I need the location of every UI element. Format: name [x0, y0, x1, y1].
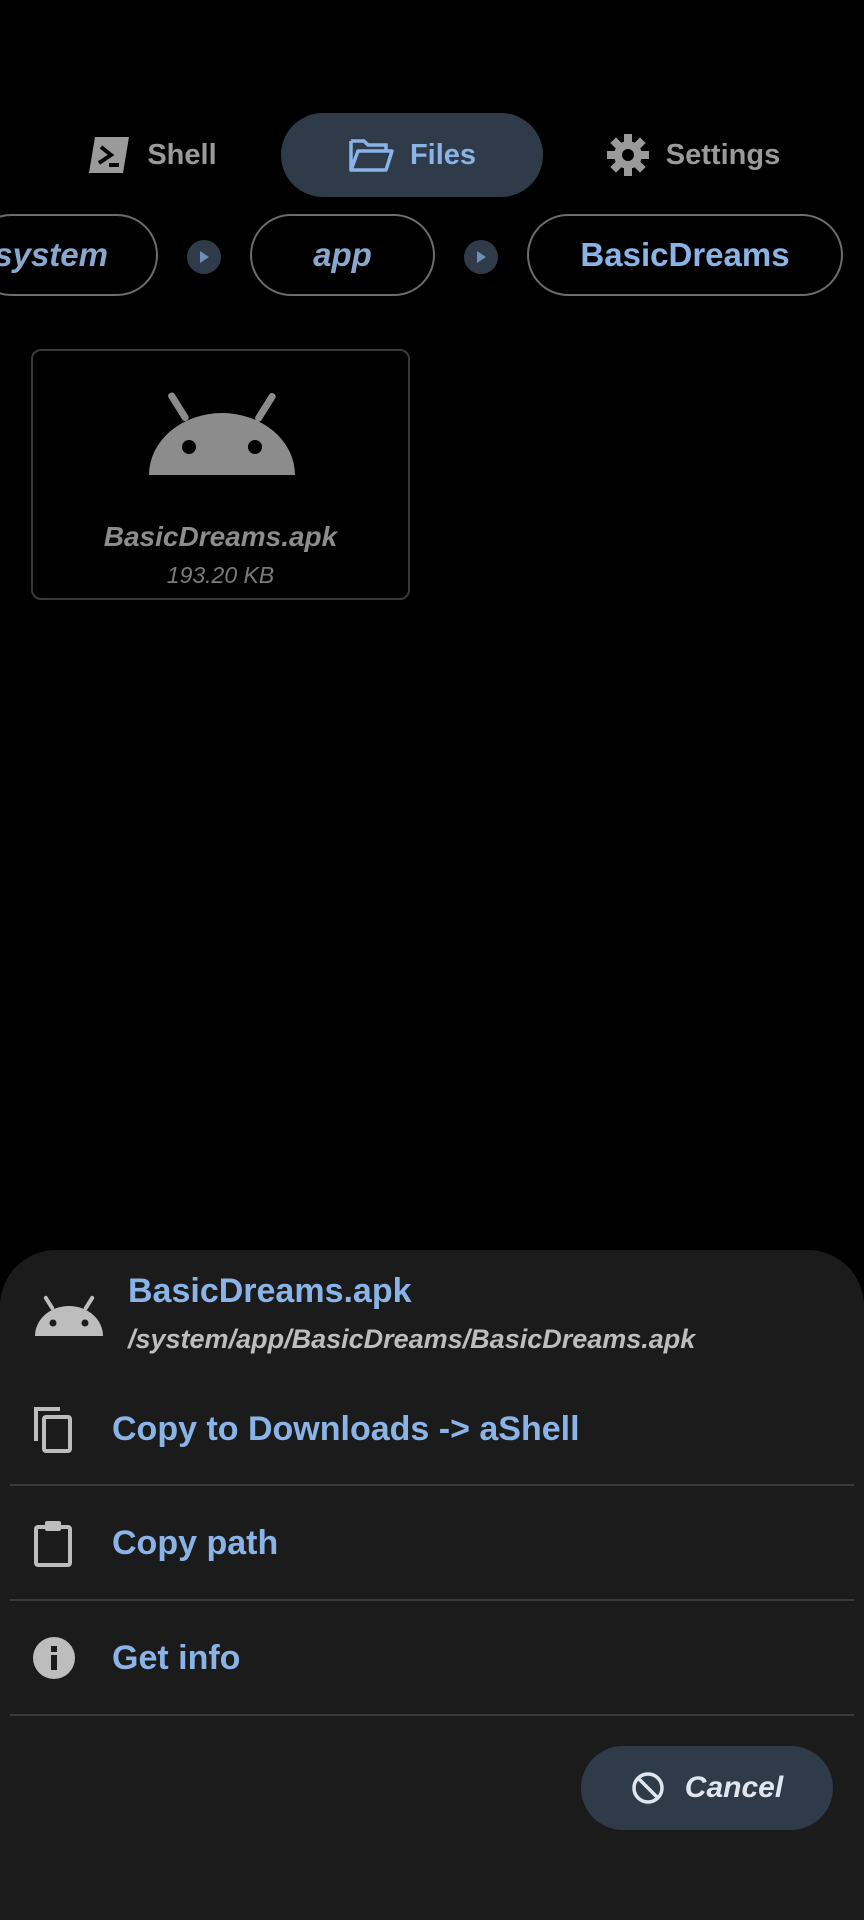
- breadcrumb-app-label: app: [313, 236, 372, 273]
- tab-settings[interactable]: Settings: [592, 113, 794, 197]
- file-size: 193.20 KB: [166, 562, 275, 588]
- file-card[interactable]: BasicDreams.apk 193.20 KB: [31, 349, 410, 600]
- copy-path-label: Copy path: [112, 1523, 279, 1562]
- breadcrumb-system[interactable]: system: [0, 214, 158, 296]
- cancel-label: Cancel: [684, 1771, 784, 1804]
- tab-files-label: Files: [409, 138, 477, 171]
- breadcrumb-basicdreams[interactable]: BasicDreams: [527, 214, 843, 296]
- file-actions-sheet: BasicDreams.apk /system/app/BasicDreams/…: [0, 1250, 864, 1920]
- get-info-label: Get info: [112, 1638, 241, 1677]
- copy-to-downloads-label: Copy to Downloads -> aShell: [112, 1409, 580, 1448]
- tab-shell[interactable]: Shell: [64, 113, 240, 197]
- android-icon: [149, 392, 295, 475]
- breadcrumb-separator-icon: [187, 240, 221, 274]
- breadcrumb-app[interactable]: app: [250, 214, 435, 296]
- terminal-icon: [89, 137, 130, 173]
- android-icon: [35, 1295, 103, 1336]
- tab-files[interactable]: Files: [281, 113, 543, 197]
- sheet-path: /system/app/BasicDreams/BasicDreams.apk: [128, 1324, 696, 1354]
- block-icon: [632, 1772, 664, 1804]
- info-icon: [33, 1637, 75, 1679]
- copy-path-button[interactable]: Copy path: [10, 1486, 854, 1600]
- file-name: BasicDreams.apk: [103, 521, 338, 552]
- cancel-button[interactable]: Cancel: [581, 1746, 833, 1830]
- gear-icon: [606, 134, 649, 176]
- tab-settings-label: Settings: [665, 138, 781, 171]
- divider: [10, 1714, 854, 1716]
- tab-shell-label: Shell: [147, 138, 217, 171]
- sheet-title: BasicDreams.apk: [128, 1272, 412, 1310]
- folder-open-icon: [349, 139, 394, 172]
- breadcrumb-system-label: system: [0, 236, 108, 273]
- breadcrumb-basicdreams-label: BasicDreams: [580, 236, 790, 273]
- get-info-button[interactable]: Get info: [10, 1601, 854, 1715]
- breadcrumb-separator-icon: [464, 240, 498, 274]
- clipboard-icon: [34, 1521, 72, 1567]
- copy-icon: [34, 1407, 72, 1453]
- copy-to-downloads-button[interactable]: Copy to Downloads -> aShell: [10, 1372, 854, 1486]
